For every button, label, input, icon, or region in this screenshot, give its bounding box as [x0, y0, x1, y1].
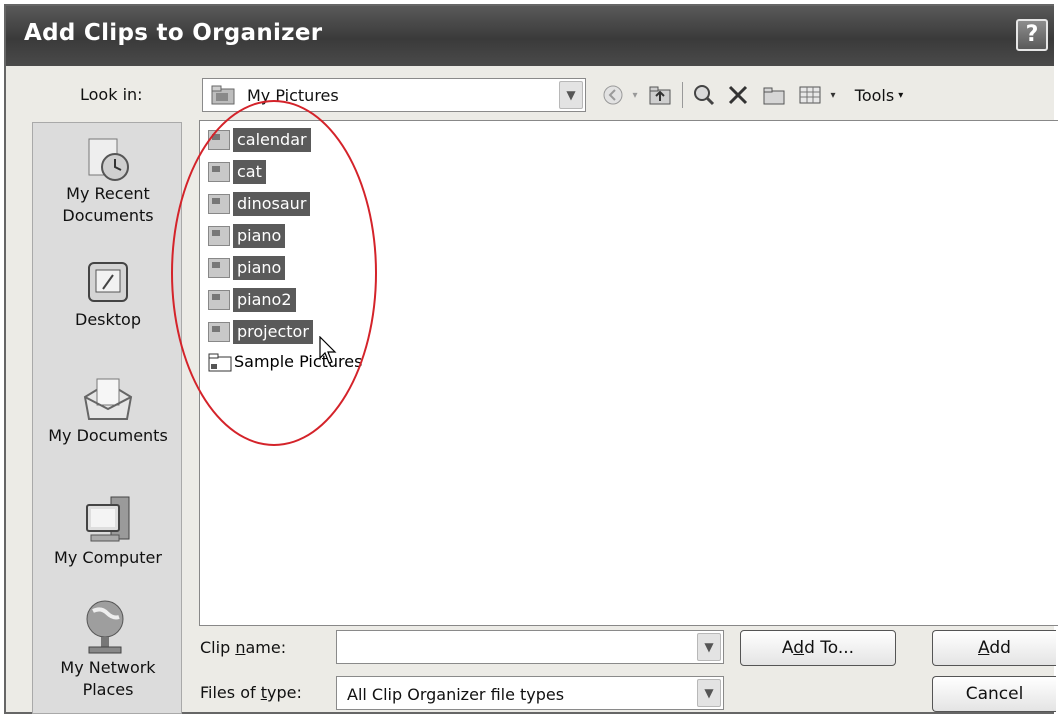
image-file-icon	[208, 226, 230, 246]
image-file-icon	[208, 194, 230, 214]
clip-name-label: Clip name:	[200, 638, 287, 657]
image-file-icon	[208, 162, 230, 182]
image-file-icon	[208, 290, 230, 310]
place-my-computer[interactable]: My Computer	[33, 495, 183, 569]
recent-documents-icon	[88, 138, 129, 181]
file-item[interactable]: projector	[208, 318, 313, 346]
back-dropdown-icon[interactable]: ▾	[628, 78, 642, 112]
file-name: cat	[233, 160, 266, 184]
file-item[interactable]: dinosaur	[208, 190, 311, 218]
file-name: piano	[233, 256, 286, 280]
desktop-icon	[88, 262, 128, 302]
file-item[interactable]: piano	[208, 222, 286, 250]
file-item[interactable]: calendar	[208, 126, 311, 154]
my-documents-icon	[83, 378, 133, 420]
help-button[interactable]: ?	[1016, 19, 1048, 51]
views-dropdown-icon[interactable]: ▾	[826, 78, 840, 112]
folder-item[interactable]: Sample Pictures	[208, 348, 363, 376]
delete-button[interactable]	[722, 78, 754, 112]
up-one-level-button[interactable]	[644, 78, 676, 112]
look-in-value: My Pictures	[247, 86, 339, 105]
back-button[interactable]	[598, 78, 628, 112]
tools-menu[interactable]: Tools ▾	[844, 78, 914, 112]
window-title: Add Clips to Organizer	[24, 20, 323, 46]
views-button[interactable]	[794, 78, 826, 112]
add-button[interactable]: Add	[932, 630, 1056, 666]
folder-name: Sample Pictures	[234, 352, 363, 371]
image-file-icon	[208, 258, 230, 278]
file-list[interactable]: calendar cat dinosaur piano piano piano2…	[199, 120, 1058, 626]
file-name: piano	[233, 224, 286, 248]
file-name: calendar	[233, 128, 311, 152]
folder-pictures-icon	[211, 85, 235, 105]
file-name: projector	[233, 320, 313, 344]
place-label: My Network Places	[60, 658, 156, 699]
cancel-button[interactable]: Cancel	[932, 676, 1056, 712]
file-item[interactable]: piano2	[208, 286, 296, 314]
file-name: piano2	[233, 288, 296, 312]
place-desktop[interactable]: Desktop	[33, 259, 183, 331]
my-computer-icon	[86, 496, 130, 542]
tools-dropdown-icon: ▾	[898, 89, 904, 101]
title-bar[interactable]: Add Clips to Organizer ?	[6, 6, 1054, 66]
place-my-recent-documents[interactable]: My Recent Documents	[33, 137, 183, 227]
file-name: dinosaur	[233, 192, 311, 216]
file-type-dropdown[interactable]: All Clip Organizer file types ▼	[336, 676, 724, 710]
look-in-label: Look in:	[80, 85, 143, 104]
delete-icon	[728, 85, 748, 105]
new-folder-button[interactable]	[758, 78, 790, 112]
file-item[interactable]: cat	[208, 158, 266, 186]
image-file-icon	[208, 130, 230, 150]
place-label: My Recent Documents	[62, 184, 154, 225]
place-label: My Documents	[48, 426, 168, 445]
chevron-down-icon[interactable]: ▼	[697, 633, 721, 661]
place-label: My Computer	[54, 548, 162, 567]
back-icon	[603, 85, 623, 105]
look-in-dropdown[interactable]: My Pictures ▼	[202, 78, 586, 112]
search-web-button[interactable]	[688, 78, 720, 112]
place-my-documents[interactable]: My Documents	[33, 375, 183, 447]
chevron-down-icon[interactable]: ▼	[697, 679, 721, 707]
place-label: Desktop	[75, 310, 141, 329]
chevron-down-icon[interactable]: ▼	[559, 81, 583, 109]
folder-icon	[208, 353, 232, 372]
search-web-icon	[694, 85, 715, 106]
add-clips-dialog: Add Clips to Organizer ? Look in: My Pic…	[4, 4, 1058, 714]
views-icon	[799, 86, 821, 104]
up-folder-icon	[649, 86, 671, 105]
places-bar: My Recent Documents Desktop My Documents	[32, 122, 182, 714]
place-my-network-places[interactable]: My Network Places	[33, 597, 183, 701]
image-file-icon	[208, 322, 230, 342]
file-type-value: All Clip Organizer file types	[347, 685, 565, 704]
file-item[interactable]: piano	[208, 254, 286, 282]
clip-name-field[interactable]: ▼	[336, 630, 724, 664]
tools-label: Tools	[854, 85, 895, 105]
network-places-icon	[86, 600, 124, 654]
new-folder-icon	[763, 87, 785, 105]
mouse-pointer-icon	[319, 336, 337, 364]
file-type-label: Files of type:	[200, 683, 302, 702]
add-to-button[interactable]: Add To...	[740, 630, 896, 666]
